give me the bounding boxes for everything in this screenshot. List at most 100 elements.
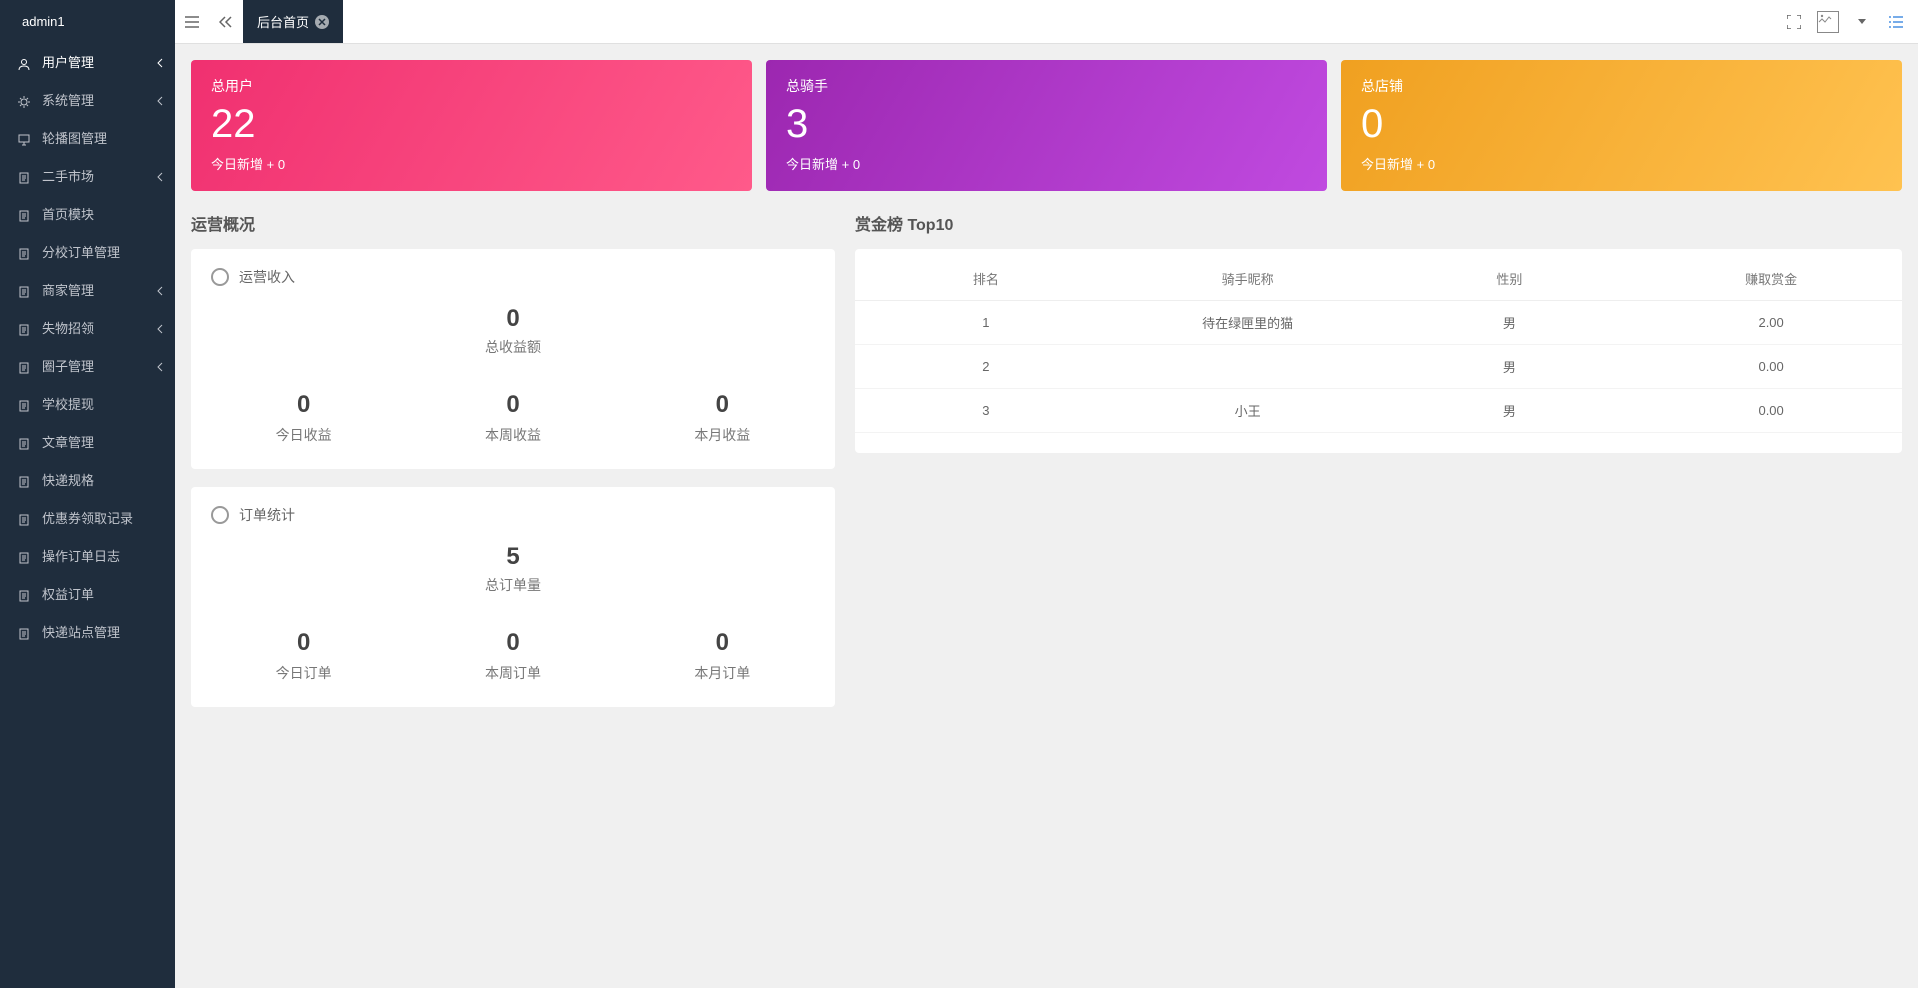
sidebar-item-label: 失物招领 <box>42 321 94 336</box>
list-icon <box>1889 16 1903 28</box>
topbar-right <box>1782 0 1918 43</box>
sidebar-item-5[interactable]: 分校订单管理 <box>0 234 175 272</box>
stat-title: 总店铺 <box>1361 76 1882 96</box>
table-row: 3小王男0.00 <box>855 389 1902 433</box>
metric-item: 0今日订单 <box>199 629 408 683</box>
orders-card: 订单统计 5 总订单量 0今日订单0 本周订单0本月订单 <box>191 487 835 707</box>
list-toggle-button[interactable] <box>1884 10 1908 34</box>
sidebar-item-13[interactable]: 操作订单日志 <box>0 538 175 576</box>
metric-value: 0 <box>408 391 617 419</box>
stat-sub: 今日新增 + 0 <box>1361 154 1882 173</box>
card-header-label: 运营收入 <box>239 267 295 287</box>
metric-value: 0 <box>199 391 408 419</box>
metric-item: 0本周收益 <box>408 391 617 445</box>
dropdown-button[interactable] <box>1850 10 1874 34</box>
stat-title: 总用户 <box>211 76 732 96</box>
sidebar-item-15[interactable]: 快递站点管理 <box>0 614 175 652</box>
cell-gender: 男 <box>1379 389 1641 433</box>
sidebar-item-2[interactable]: 轮播图管理 <box>0 120 175 158</box>
hamburger-icon <box>185 16 199 28</box>
card-header: 订单统计 <box>199 505 827 533</box>
sidebar-item-label: 文章管理 <box>42 435 94 450</box>
cell-name <box>1117 345 1379 389</box>
orders-row: 0今日订单0 本周订单0本月订单 <box>199 629 827 683</box>
sidebar-item-0[interactable]: 用户管理 <box>0 44 175 82</box>
cell-rank: 3 <box>855 389 1117 433</box>
sidebar-item-14[interactable]: 权益订单 <box>0 576 175 614</box>
gears-icon <box>18 96 34 108</box>
stat-value: 22 <box>211 100 732 148</box>
chevron-left-icon <box>157 96 163 106</box>
overview-column: 运营概况 运营收入 0 总收益额 0今日收益0本周收益0本月收益 <box>191 211 835 725</box>
income-total: 0 总收益额 <box>199 295 827 365</box>
topbar-left: 后台首页 <box>175 0 343 43</box>
main: 后台首页 <box>175 0 1918 741</box>
metric-item: 0本月订单 <box>618 629 827 683</box>
sidebar-item-10[interactable]: 文章管理 <box>0 424 175 462</box>
doc-icon <box>18 552 34 564</box>
doc-icon <box>18 514 34 526</box>
sidebar-item-7[interactable]: 失物招领 <box>0 310 175 348</box>
back-button[interactable] <box>209 0 243 43</box>
table-header-row: 排名 骑手昵称 性别 赚取赏金 <box>855 257 1902 301</box>
doc-icon <box>18 324 34 336</box>
sidebar-header: admin1 <box>0 0 175 44</box>
sidebar-item-3[interactable]: 二手市场 <box>0 158 175 196</box>
sidebar-item-1[interactable]: 系统管理 <box>0 82 175 120</box>
chevron-left-icon <box>157 172 163 182</box>
ranking-column: 赏金榜 Top10 排名 骑手昵称 性别 赚取赏金 1待在绿匣里的猫男2.002… <box>855 211 1902 725</box>
stat-title: 总骑手 <box>786 76 1307 96</box>
doc-icon <box>18 210 34 222</box>
user-menu-button[interactable] <box>1816 10 1840 34</box>
metric-value: 0 <box>618 391 827 419</box>
fullscreen-button[interactable] <box>1782 10 1806 34</box>
metric-item: 0 本周订单 <box>408 629 617 683</box>
sidebar-item-8[interactable]: 圈子管理 <box>0 348 175 386</box>
tab-home[interactable]: 后台首页 <box>243 0 343 43</box>
cell-amount: 0.00 <box>1640 389 1902 433</box>
metric-value: 0 <box>408 629 617 657</box>
cell-name: 小王 <box>1117 389 1379 433</box>
income-icon <box>211 268 229 286</box>
metric-label: 今日收益 <box>199 425 408 445</box>
chevron-left-icon <box>157 286 163 296</box>
sidebar-item-12[interactable]: 优惠券领取记录 <box>0 500 175 538</box>
menu-toggle-button[interactable] <box>175 0 209 43</box>
tab-label: 后台首页 <box>257 12 309 31</box>
sidebar-item-6[interactable]: 商家管理 <box>0 272 175 310</box>
income-card: 运营收入 0 总收益额 0今日收益0本周收益0本月收益 <box>191 249 835 469</box>
sidebar-item-4[interactable]: 首页模块 <box>0 196 175 234</box>
sidebar-item-label: 圈子管理 <box>42 359 94 374</box>
doc-icon <box>18 248 34 260</box>
sidebar-item-label: 系统管理 <box>42 93 94 108</box>
sidebar-item-9[interactable]: 学校提现 <box>0 386 175 424</box>
monitor-icon <box>18 134 34 146</box>
metric-label: 今日订单 <box>199 663 408 683</box>
metric-item: 0 今日收益 <box>199 391 408 445</box>
sidebar-item-11[interactable]: 快递规格 <box>0 462 175 500</box>
ranking-table-card: 排名 骑手昵称 性别 赚取赏金 1待在绿匣里的猫男2.002男0.003小王男0… <box>855 249 1902 453</box>
metric-value: 5 <box>199 543 827 571</box>
cell-gender: 男 <box>1379 345 1641 389</box>
stat-card-riders: 总骑手 3 今日新增 + 0 <box>766 60 1327 191</box>
cell-amount: 0.00 <box>1640 345 1902 389</box>
sidebar-item-label: 首页模块 <box>42 207 94 222</box>
metric-label: 本周订单 <box>408 663 617 683</box>
doc-icon <box>18 438 34 450</box>
col-amount: 赚取赏金 <box>1640 257 1902 301</box>
doc-icon <box>18 172 34 184</box>
metric-item: 0本月收益 <box>618 391 827 445</box>
col-gender: 性别 <box>1379 257 1641 301</box>
metric-label: 总订单量 <box>199 575 827 595</box>
topbar: 后台首页 <box>175 0 1918 44</box>
tab-close-button[interactable] <box>315 15 329 29</box>
sidebar-menu: 用户管理系统管理轮播图管理二手市场首页模块分校订单管理商家管理失物招领圈子管理学… <box>0 44 175 652</box>
card-header-label: 订单统计 <box>239 505 295 525</box>
table-row: 2男0.00 <box>855 345 1902 389</box>
card-header: 运营收入 <box>199 267 827 295</box>
metric-label: 本月订单 <box>618 663 827 683</box>
ranking-title: 赏金榜 Top10 <box>855 211 1902 235</box>
doc-icon <box>18 628 34 640</box>
stat-row: 总用户 22 今日新增 + 0 总骑手 3 今日新增 + 0 总店铺 0 今日新… <box>191 60 1902 191</box>
stat-card-users: 总用户 22 今日新增 + 0 <box>191 60 752 191</box>
